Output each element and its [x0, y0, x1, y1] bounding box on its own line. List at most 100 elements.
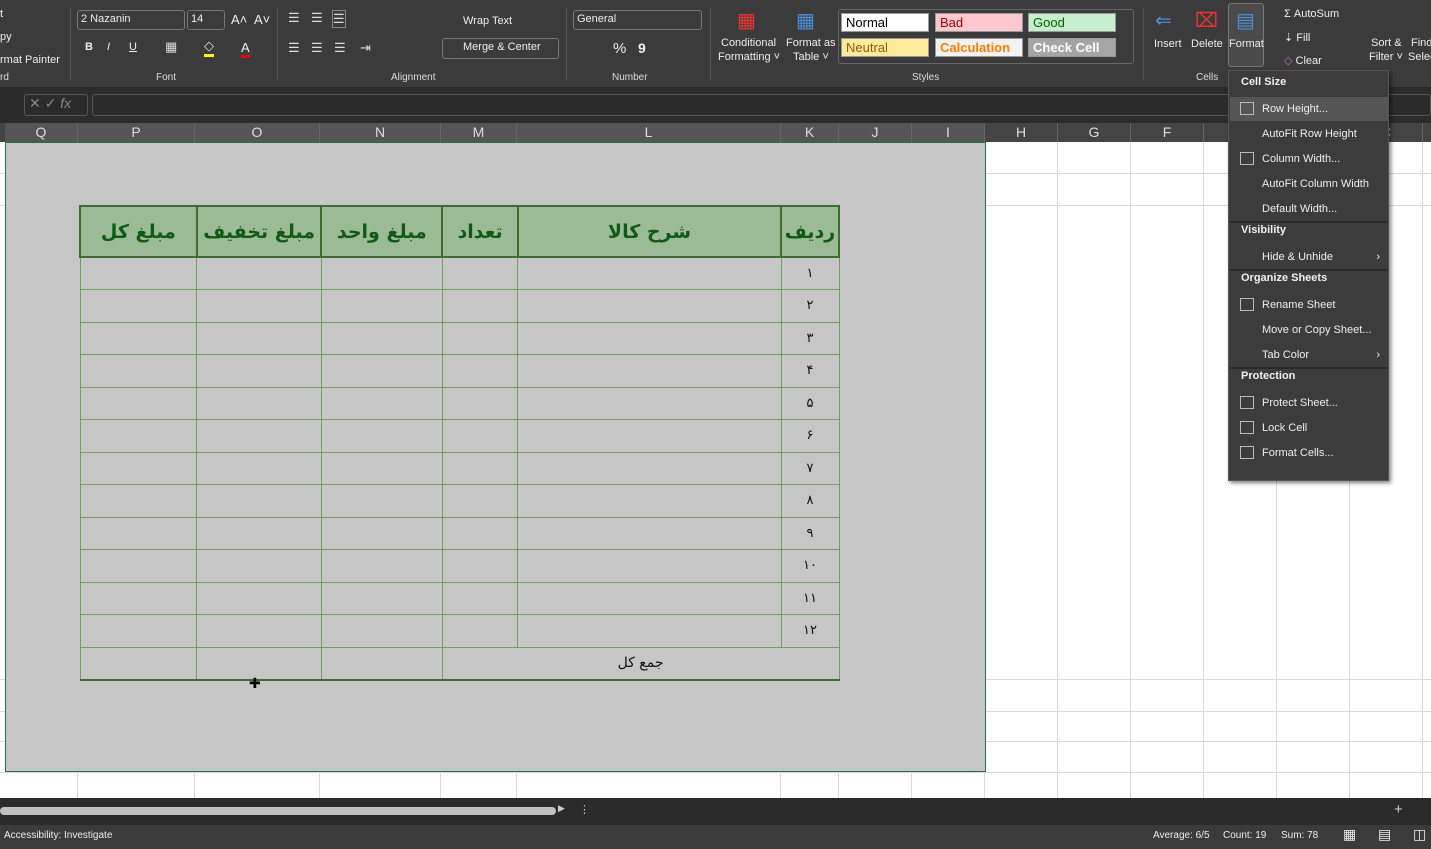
table-cell[interactable] — [79, 354, 198, 388]
table-cell[interactable] — [196, 419, 322, 453]
row-number-cell[interactable]: ۳ — [780, 321, 840, 355]
page-break-icon[interactable]: ◫ — [1413, 826, 1426, 843]
table-cell[interactable] — [196, 614, 322, 648]
menu-item-hide-unhide[interactable]: Hide & Unhide › — [1230, 245, 1388, 269]
format-button[interactable]: ▤ Format — [1228, 3, 1264, 67]
row-number-cell[interactable]: ۱۲ — [780, 614, 840, 648]
table-header-cell[interactable]: ردیف — [780, 205, 840, 258]
table-cell[interactable] — [196, 549, 322, 583]
table-cell[interactable] — [517, 386, 782, 420]
new-sheet-button[interactable]: + — [1394, 801, 1403, 818]
table-cell[interactable] — [196, 386, 322, 420]
column-header-I[interactable]: I — [912, 123, 985, 142]
menu-item-move-or-copy-sheet[interactable]: Move or Copy Sheet... — [1230, 318, 1388, 342]
style-calculation[interactable]: Calculation — [935, 38, 1023, 57]
table-cell[interactable] — [517, 549, 782, 583]
table-cell[interactable] — [79, 484, 198, 518]
table-cell[interactable] — [320, 354, 443, 388]
column-header-H[interactable]: H — [985, 123, 1058, 142]
table-cell[interactable] — [320, 516, 443, 550]
column-header-F[interactable]: F — [1131, 123, 1204, 142]
indent-icon[interactable]: ⇥ — [360, 40, 371, 56]
more-tabs-button[interactable]: ⋮ — [579, 803, 590, 816]
table-cell[interactable] — [517, 614, 782, 648]
normal-view-icon[interactable]: ▦ — [1343, 826, 1356, 843]
merge-center-button[interactable]: Merge & Center — [442, 38, 559, 59]
style-bad[interactable]: Bad — [935, 13, 1023, 32]
format-as-table-button[interactable]: Format as — [786, 37, 836, 49]
table-cell[interactable] — [79, 516, 198, 550]
clear-button[interactable]: ◇ Clear — [1284, 54, 1322, 67]
align-top-icon[interactable]: ☰ — [288, 10, 300, 26]
column-header-J[interactable]: J — [839, 123, 912, 142]
table-cell[interactable] — [79, 549, 198, 583]
table-cell[interactable] — [79, 581, 198, 615]
row-number-cell[interactable]: ۱۱ — [780, 581, 840, 615]
font-size-select[interactable]: 14 — [187, 10, 225, 30]
accessibility-status[interactable]: Accessibility: Investigate — [4, 830, 112, 841]
menu-item-format-cells[interactable]: Format Cells... — [1230, 441, 1388, 465]
table-cell[interactable] — [441, 549, 519, 583]
table-cell[interactable] — [320, 581, 443, 615]
table-cell[interactable] — [320, 386, 443, 420]
table-cell[interactable] — [320, 549, 443, 583]
table-cell[interactable] — [196, 321, 322, 355]
table-cell[interactable] — [441, 256, 519, 290]
table-cell[interactable] — [320, 484, 443, 518]
table-cell[interactable] — [79, 419, 198, 453]
wrap-text-button[interactable]: Wrap Text — [463, 15, 512, 27]
table-cell[interactable] — [79, 256, 198, 290]
table-cell[interactable] — [517, 256, 782, 290]
align-right-icon[interactable]: ☰ — [334, 40, 346, 56]
copy-button[interactable]: py — [0, 31, 12, 43]
table-cell[interactable] — [517, 419, 782, 453]
total-label-cell[interactable]: جمع کل — [441, 646, 840, 681]
menu-item-row-height[interactable]: Row Height... — [1230, 97, 1388, 121]
table-cell[interactable] — [79, 321, 198, 355]
bold-button[interactable]: B — [85, 41, 93, 53]
find-select-button[interactable]: Find — [1411, 37, 1431, 49]
table-header-cell[interactable]: مبلغ تخفیف — [195, 205, 323, 258]
table-cell[interactable] — [517, 451, 782, 485]
table-cell[interactable] — [79, 386, 198, 420]
row-number-cell[interactable]: ۵ — [780, 386, 840, 420]
table-cell[interactable] — [320, 451, 443, 485]
align-center-icon[interactable]: ☰ — [311, 40, 323, 56]
menu-item-protect-sheet[interactable]: Protect Sheet... — [1230, 391, 1388, 415]
row-number-cell[interactable]: ۲ — [780, 289, 840, 323]
table-cell[interactable] — [196, 354, 322, 388]
sort-filter-button[interactable]: Sort & — [1371, 37, 1402, 49]
column-header-P[interactable]: P — [78, 123, 195, 142]
table-cell[interactable] — [441, 516, 519, 550]
table-cell[interactable] — [441, 419, 519, 453]
insert-function-button[interactable]: fx — [60, 95, 71, 111]
menu-item-column-width[interactable]: Column Width... — [1230, 147, 1388, 171]
column-header-M[interactable]: M — [441, 123, 517, 142]
underline-button[interactable]: U — [129, 41, 137, 53]
autosum-button[interactable]: Σ AutoSum — [1284, 8, 1339, 20]
table-cell[interactable] — [196, 289, 322, 323]
page-layout-icon[interactable]: ▤ — [1378, 826, 1391, 843]
worksheet-grid[interactable]: ردیف شرح کالا تعداد مبلغ واحد مبلغ تخفیف مبلغ… — [0, 142, 1431, 798]
table-cell[interactable] — [79, 614, 198, 648]
table-cell[interactable] — [441, 321, 519, 355]
table-cell[interactable] — [320, 321, 443, 355]
table-cell[interactable] — [196, 516, 322, 550]
style-neutral[interactable]: Neutral — [841, 38, 929, 57]
insert-cells-icon[interactable]: ⇐ — [1155, 8, 1172, 33]
table-cell[interactable] — [441, 614, 519, 648]
percent-button[interactable]: % — [613, 40, 626, 57]
column-header-Q[interactable]: Q — [5, 123, 78, 142]
table-cell[interactable] — [517, 581, 782, 615]
table-header-cell[interactable]: مبلغ واحد — [320, 205, 444, 258]
row-number-cell[interactable]: ۶ — [780, 419, 840, 453]
table-cell[interactable] — [79, 451, 198, 485]
conditional-formatting-button[interactable]: Conditional — [721, 37, 776, 49]
column-header-O[interactable]: O — [195, 123, 320, 142]
style-normal[interactable]: Normal — [841, 13, 929, 32]
table-cell[interactable] — [517, 484, 782, 518]
style-good[interactable]: Good — [1028, 13, 1116, 32]
font-color-button[interactable]: A — [241, 40, 250, 58]
column-header-L[interactable]: L — [517, 123, 781, 142]
insert-button[interactable]: Insert — [1154, 38, 1182, 50]
